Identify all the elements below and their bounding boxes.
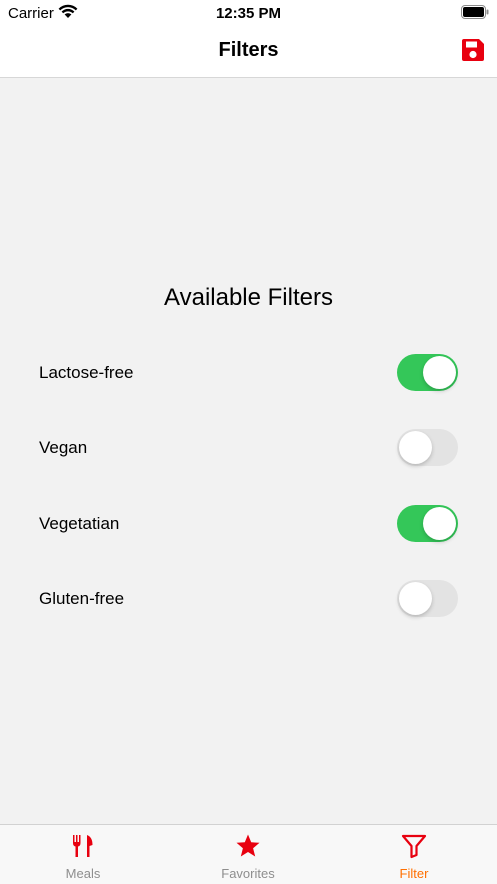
filter-row-vegetarian: Vegetatian (0, 505, 497, 545)
fork-knife-icon (73, 835, 93, 857)
filter-row-gluten-free: Gluten-free (0, 580, 497, 620)
filter-label: Gluten-free (39, 589, 125, 608)
switch-knob (399, 431, 432, 464)
filters-content: Available Filters Lactose-free Vegan Veg… (0, 78, 497, 824)
filter-row-lactose-free: Lactose-free (0, 354, 497, 394)
switch-knob (423, 356, 456, 389)
switch-knob (423, 507, 456, 540)
filter-label: Vegetatian (39, 514, 120, 533)
tab-favorites[interactable]: Favorites (165, 825, 331, 884)
tab-label: Favorites (221, 866, 275, 881)
navigation-bar: Filters (0, 26, 497, 78)
battery-icon (461, 5, 489, 24)
section-title: Available Filters (164, 284, 333, 311)
filter-funnel-icon (401, 834, 427, 859)
tab-label: Meals (65, 866, 101, 881)
vegetarian-switch[interactable] (397, 505, 458, 542)
save-button[interactable] (460, 37, 486, 63)
tab-bar: Meals Favorites Filter (0, 824, 497, 884)
star-icon (236, 834, 260, 857)
status-bar: Carrier 12:35 PM (0, 0, 497, 26)
tab-filter[interactable]: Filter (331, 825, 497, 884)
vegan-switch[interactable] (397, 429, 458, 466)
lactose-free-switch[interactable] (397, 354, 458, 391)
tab-meals[interactable]: Meals (0, 825, 166, 884)
page-title: Filters (218, 39, 279, 61)
gluten-free-switch[interactable] (397, 580, 458, 617)
filter-row-vegan: Vegan (0, 429, 497, 469)
filter-label: Vegan (39, 438, 88, 457)
filter-label: Lactose-free (39, 363, 134, 382)
status-time: 12:35 PM (215, 5, 282, 22)
floppy-disk-icon (462, 39, 484, 61)
switch-knob (399, 582, 432, 615)
tab-label: Filter (399, 866, 429, 881)
